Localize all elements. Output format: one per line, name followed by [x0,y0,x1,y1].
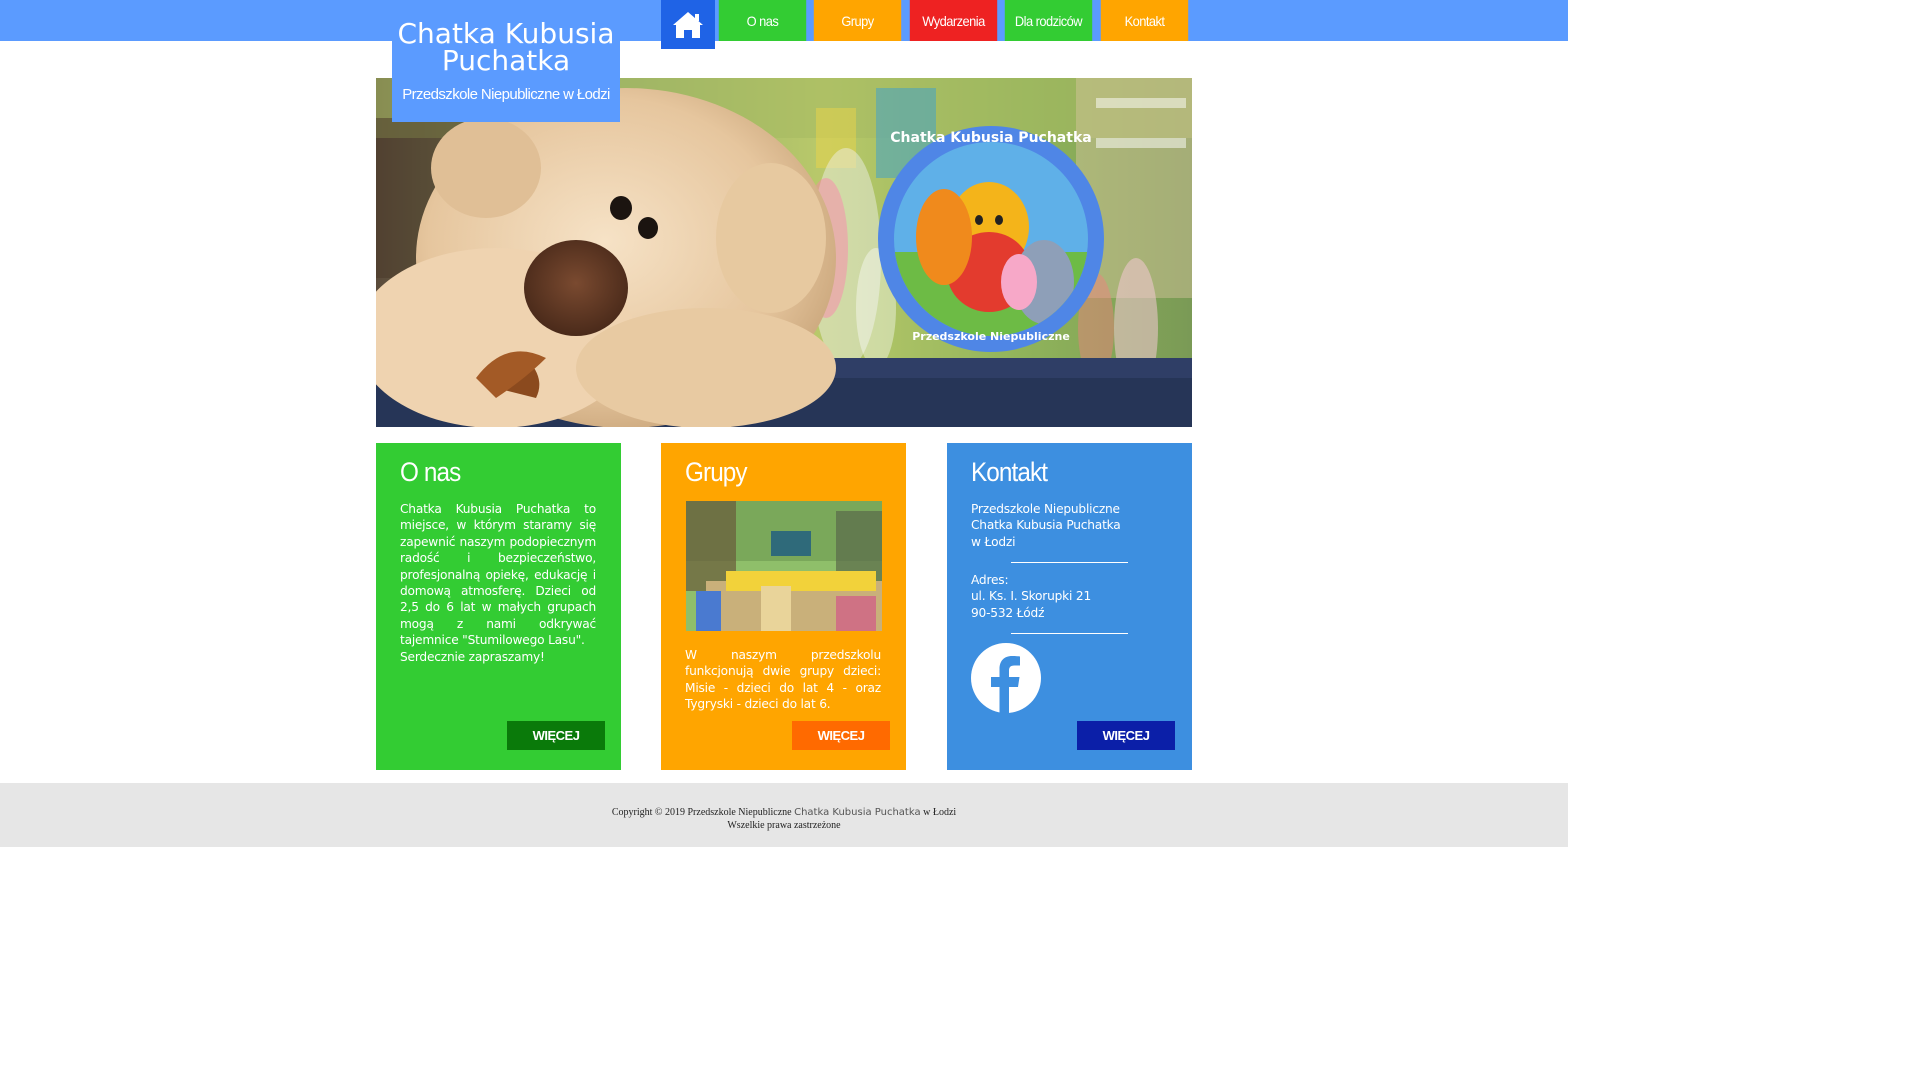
contact-name-line: Chatka Kubusia Puchatka [971,518,1121,533]
badge-bottom-text: Przedszkole Niepubliczne [912,330,1070,343]
groups-photo [686,501,882,631]
contact-name: Przedszkole Niepubliczne Chatka Kubusia … [971,501,1121,550]
facebook-link[interactable] [971,643,1041,713]
footer-rights: Wszelkie prawa zastrzeżone [727,820,841,831]
hero-image: Chatka Kubusia Puchatka Przedszkole Niep… [376,78,1192,427]
nav-item-dla-rodzicow[interactable]: Dla rodziców [1004,0,1093,41]
nav-item-grupy[interactable]: Grupy [813,0,902,41]
nav-item-kontakt[interactable]: Kontakt [1100,0,1189,41]
address-label: Adres: [971,573,1009,587]
contact-more-button[interactable]: WIĘCEJ [1077,721,1175,750]
contact-divider [1011,633,1128,634]
hero-badge: Chatka Kubusia Puchatka Przedszkole Niep… [878,126,1104,352]
card-contact: Kontakt Przedszkole Niepubliczne Chatka … [947,443,1192,770]
nav-item-wydarzenia[interactable]: Wydarzenia [909,0,998,41]
card-about: O nas Chatka Kubusia Puchatka to miejsce… [376,443,621,770]
site-logo[interactable]: Chatka Kubusia Puchatka Przedszkole Niep… [392,0,620,122]
contact-name-line: Przedszkole Niepubliczne [971,502,1120,516]
card-groups-title: Grupy [685,457,748,487]
card-contact-title: Kontakt [971,457,1048,487]
copyright-prefix: Copyright © 2019 Przedszkole Niepubliczn… [611,807,792,818]
nav-home-button[interactable] [661,0,715,49]
address-line: ul. Ks. I. Skorupki 21 [971,589,1092,604]
card-about-closing: Serdecznie zapraszamy! [400,649,545,664]
classroom-image [686,501,882,631]
footer: Copyright © 2019 Przedszkole Niepubliczn… [0,783,1568,847]
nav-item-o-nas[interactable]: O nas [718,0,807,41]
contact-name-line: w Łodzi [971,534,1016,549]
badge-top-text: Chatka Kubusia Puchatka [890,130,1092,146]
card-about-paragraph: Chatka Kubusia Puchatka to miejsce, w kt… [400,502,596,648]
site-title: Chatka Kubusia Puchatka [397,17,615,77]
copyright-suffix: w Łodzi [923,807,957,818]
footer-copyright: Copyright © 2019 Przedszkole Niepubliczn… [0,807,1568,818]
site-subtitle: Przedszkole Niepubliczne w Łodzi [402,86,610,103]
groups-more-button[interactable]: WIĘCEJ [792,721,890,750]
copyright-name: Chatka Kubusia Puchatka [794,807,921,818]
card-about-title: O nas [400,457,461,487]
contact-divider [1011,562,1128,563]
card-groups: Grupy W naszym przedszkolu funkcjonują d… [661,443,906,770]
card-about-text: Chatka Kubusia Puchatka to miejsce, w kt… [400,501,596,665]
about-more-button[interactable]: WIĘCEJ [507,721,605,750]
winnie-the-pooh-characters [894,182,1088,336]
address-line: 90-532 Łódź [971,605,1045,620]
card-groups-text: W naszym przedszkolu funkcjonują dwie gr… [685,648,881,712]
facebook-icon [971,643,1041,713]
home-icon [673,11,703,38]
contact-address: Adres: ul. Ks. I. Skorupki 21 90-532 Łód… [971,572,1091,621]
